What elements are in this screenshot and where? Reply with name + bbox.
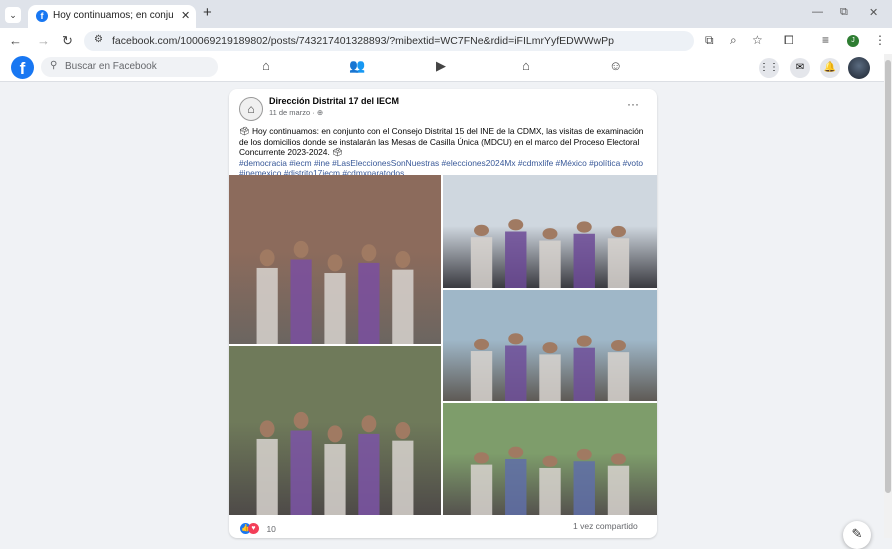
account-avatar[interactable] (848, 57, 870, 79)
gaming-icon[interactable]: ☺ (609, 58, 622, 73)
post-date-text: 11 de marzo · (269, 108, 315, 117)
site-info-icon[interactable]: ⚙ (94, 34, 103, 45)
ballot-box-icon: 🗳 (239, 126, 250, 136)
back-icon[interactable]: ← (9, 33, 22, 48)
home-icon[interactable]: ⌂ (262, 58, 270, 73)
scrollbar-thumb[interactable] (885, 60, 891, 493)
ballot-box-icon: 🗳 (332, 147, 343, 157)
tab-close-icon[interactable]: ✕ (181, 9, 190, 22)
restore-icon[interactable]: ⧉ (840, 6, 848, 19)
bookmark-star-icon[interactable]: ☆ (752, 33, 763, 47)
notifications-icon[interactable]: 🔔 (820, 58, 840, 78)
forward-icon[interactable]: → (37, 33, 50, 48)
facebook-top-bar: f ⚲ Buscar en Facebook ⌂ 👥 ▶ ⌂ ☺ ⋮⋮ ✉ 🔔 (0, 54, 884, 82)
shares-count[interactable]: 1 vez compartido (573, 521, 638, 531)
menu-kebab-icon[interactable]: ⋮ (874, 33, 886, 47)
page-avatar[interactable]: ⌂ (239, 97, 263, 121)
globe-icon: ⊕ (316, 108, 324, 117)
post-text: 🗳 Hoy continuamos: en conjunto con el Co… (239, 126, 651, 179)
gate-visit-photo[interactable] (229, 346, 441, 515)
url-text: facebook.com/100069219189802/posts/74321… (112, 35, 614, 47)
menu-grid-icon[interactable]: ⋮⋮ (759, 58, 779, 78)
post-author[interactable]: Dirección Distrital 17 del IECM (269, 96, 399, 106)
tab-active[interactable]: f Hoy continuamos; en conju ✕ (28, 5, 196, 28)
van-selfie-photo[interactable] (443, 175, 657, 288)
url-field[interactable]: ⚙ facebook.com/100069219189802/posts/743… (84, 31, 694, 51)
facebook-favicon-icon: f (36, 10, 48, 22)
street-meeting-photo[interactable] (443, 290, 657, 401)
reactions-summary[interactable]: 👍 ♥ 10 (240, 520, 276, 538)
new-message-button[interactable]: ✎ (843, 521, 871, 549)
post-options-button[interactable]: ··· (627, 97, 639, 111)
new-tab-button[interactable]: + (203, 4, 212, 21)
close-window-icon[interactable]: ✕ (869, 6, 878, 19)
install-app-icon[interactable]: ⧉ (705, 33, 714, 48)
messenger-icon[interactable]: ✉ (790, 58, 810, 78)
page-scrollbar[interactable] (884, 54, 892, 538)
reactions-count: 10 (266, 523, 276, 534)
search-placeholder: Buscar en Facebook (65, 61, 157, 72)
extensions-icon[interactable]: ⧠ (784, 33, 794, 48)
vehicle-street-photo[interactable] (443, 403, 657, 515)
facebook-logo-icon[interactable]: f (11, 56, 34, 79)
marketplace-icon[interactable]: ⌂ (522, 58, 530, 73)
tab-title: Hoy continuamos; en conju (53, 10, 174, 21)
post-card: ⌂ Dirección Distrital 17 del IECM 11 de … (229, 89, 657, 538)
search-box[interactable]: ⚲ Buscar en Facebook (41, 57, 218, 77)
tab-search-dropdown[interactable]: ⌄ (5, 7, 21, 23)
browser-tab-strip: ⌄ f Hoy continuamos; en conju ✕ + — ⧉ ✕ (0, 0, 892, 28)
group-street-photo[interactable] (229, 175, 441, 344)
post-date[interactable]: 11 de marzo · ⊕ (269, 108, 323, 117)
address-bar-row: ← → ↻ ⚙ facebook.com/100069219189802/pos… (0, 28, 892, 54)
friends-icon[interactable]: 👥 (349, 58, 365, 74)
video-icon[interactable]: ▶ (436, 58, 446, 74)
reading-list-icon[interactable]: ≡ (822, 33, 829, 47)
minimize-icon[interactable]: — (812, 6, 823, 18)
zoom-icon[interactable]: ⌕ (730, 33, 737, 48)
search-icon: ⚲ (50, 60, 58, 71)
post-body: Hoy continuamos: en conjunto con el Cons… (239, 126, 644, 157)
reload-icon[interactable]: ↻ (62, 33, 73, 49)
love-reaction-icon: ♥ (248, 523, 259, 535)
profile-avatar[interactable]: J (847, 35, 859, 47)
